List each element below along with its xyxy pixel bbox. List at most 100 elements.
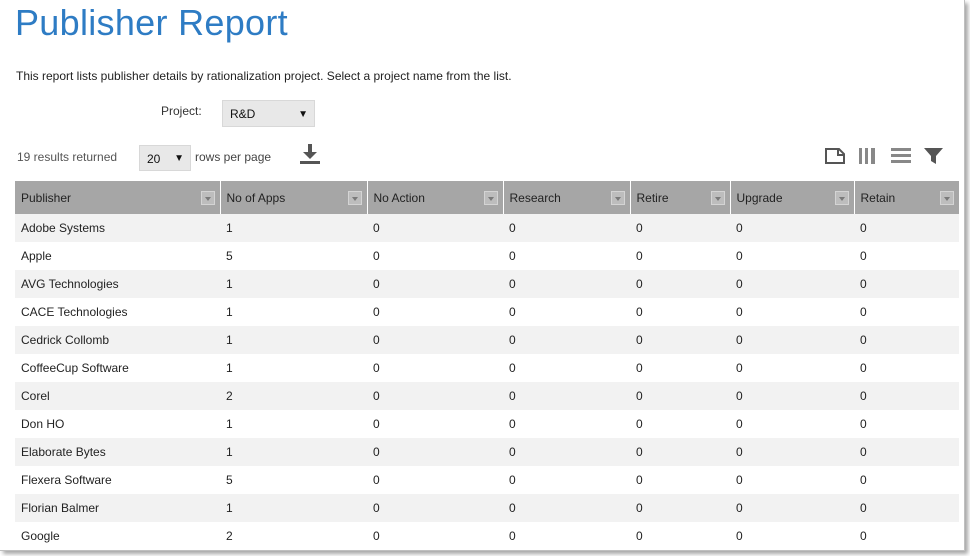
table-cell: 1 bbox=[220, 326, 367, 354]
column-header-publisher[interactable]: Publisher bbox=[15, 181, 221, 214]
table-cell: 0 bbox=[367, 522, 503, 550]
table-cell: 0 bbox=[854, 214, 959, 242]
rows-per-page-select[interactable]: 20 ▼ bbox=[139, 145, 191, 171]
table-cell: 0 bbox=[367, 354, 503, 382]
table-cell: 0 bbox=[367, 494, 503, 522]
project-select[interactable]: R&D ▼ bbox=[222, 100, 315, 127]
table-cell: CACE Technologies bbox=[15, 298, 220, 326]
table-cell: 0 bbox=[503, 242, 630, 270]
table-row[interactable]: Corel 2 0 0 0 0 0 bbox=[15, 382, 959, 410]
table-row[interactable]: Don HO 1 0 0 0 0 0 bbox=[15, 410, 959, 438]
table-cell: 0 bbox=[730, 494, 854, 522]
table-row[interactable]: Florian Balmer 1 0 0 0 0 0 bbox=[15, 494, 959, 522]
table-cell: AVG Technologies bbox=[15, 270, 220, 298]
column-header-no-action[interactable]: No Action bbox=[367, 181, 504, 214]
table-cell: Florian Balmer bbox=[15, 494, 220, 522]
rows-per-page-value: 20 bbox=[147, 152, 161, 166]
table-cell: 0 bbox=[503, 354, 630, 382]
table-row[interactable]: Flexera Software 5 0 0 0 0 0 bbox=[15, 466, 959, 494]
table-cell: 0 bbox=[367, 270, 503, 298]
table-row[interactable]: CACE Technologies 1 0 0 0 0 0 bbox=[15, 298, 959, 326]
table-cell: 5 bbox=[220, 242, 367, 270]
table-cell: 0 bbox=[367, 438, 503, 466]
column-header-upgrade[interactable]: Upgrade bbox=[730, 181, 855, 214]
table-cell: 0 bbox=[503, 270, 630, 298]
columns-icon[interactable] bbox=[857, 146, 879, 166]
table-cell: 0 bbox=[630, 354, 730, 382]
column-menu-icon[interactable] bbox=[940, 191, 954, 205]
table-cell: 0 bbox=[367, 298, 503, 326]
table-cell: 0 bbox=[730, 354, 854, 382]
rows-per-page-label: rows per page bbox=[195, 150, 272, 164]
chevron-down-icon: ▼ bbox=[298, 109, 308, 120]
table-row[interactable]: Google 2 0 0 0 0 0 bbox=[15, 522, 959, 550]
table-cell: 1 bbox=[220, 410, 367, 438]
table-cell: Flexera Software bbox=[15, 466, 220, 494]
table-cell: 0 bbox=[630, 522, 730, 550]
table-cell: 0 bbox=[854, 382, 959, 410]
column-menu-icon[interactable] bbox=[200, 191, 215, 205]
table-row[interactable]: Cedrick Collomb 1 0 0 0 0 0 bbox=[15, 326, 959, 354]
table-cell: 0 bbox=[630, 494, 730, 522]
table-row[interactable]: Adobe Systems 1 0 0 0 0 0 bbox=[15, 214, 959, 242]
table-cell: 0 bbox=[730, 298, 854, 326]
table-cell: Elaborate Bytes bbox=[15, 438, 220, 466]
table-cell: 0 bbox=[367, 410, 503, 438]
table-cell: 0 bbox=[503, 410, 630, 438]
table-cell: 0 bbox=[630, 438, 730, 466]
table-cell: 2 bbox=[220, 382, 367, 410]
table-cell: 0 bbox=[367, 326, 503, 354]
table-cell: 0 bbox=[854, 410, 959, 438]
table-cell: 0 bbox=[503, 438, 630, 466]
download-icon[interactable] bbox=[299, 143, 321, 165]
results-count: 19 results returned bbox=[17, 150, 118, 164]
export-icon[interactable] bbox=[824, 146, 846, 166]
column-menu-icon[interactable] bbox=[710, 191, 725, 205]
table-cell: 0 bbox=[630, 298, 730, 326]
column-menu-icon[interactable] bbox=[610, 191, 625, 205]
table-cell: 0 bbox=[630, 382, 730, 410]
column-header-retire[interactable]: Retire bbox=[630, 181, 731, 214]
column-menu-icon[interactable] bbox=[834, 191, 849, 205]
table-cell: Don HO bbox=[15, 410, 220, 438]
table-row[interactable]: CoffeeCup Software 1 0 0 0 0 0 bbox=[15, 354, 959, 382]
table-row[interactable]: Apple 5 0 0 0 0 0 bbox=[15, 242, 959, 270]
table-cell: 0 bbox=[730, 410, 854, 438]
table-cell: 0 bbox=[730, 214, 854, 242]
table-cell: 1 bbox=[220, 354, 367, 382]
table-cell: 1 bbox=[220, 438, 367, 466]
page-title: Publisher Report bbox=[15, 2, 288, 43]
table-cell: 0 bbox=[854, 270, 959, 298]
project-select-value: R&D bbox=[230, 107, 256, 121]
column-menu-icon[interactable] bbox=[483, 191, 498, 205]
table-cell: 1 bbox=[220, 298, 367, 326]
table-cell: 0 bbox=[367, 466, 503, 494]
chevron-down-icon: ▼ bbox=[174, 153, 184, 164]
table-cell: 0 bbox=[854, 494, 959, 522]
table-cell: 0 bbox=[367, 214, 503, 242]
table-cell: 0 bbox=[854, 354, 959, 382]
column-header-research[interactable]: Research bbox=[503, 181, 631, 214]
table-cell: 0 bbox=[503, 522, 630, 550]
column-menu-icon[interactable] bbox=[347, 191, 362, 205]
table-cell: 0 bbox=[630, 242, 730, 270]
report-description: This report lists publisher details by r… bbox=[16, 69, 512, 83]
density-icon[interactable] bbox=[890, 146, 912, 166]
table-cell: 0 bbox=[730, 522, 854, 550]
table-cell: 0 bbox=[854, 466, 959, 494]
table-row[interactable]: AVG Technologies 1 0 0 0 0 0 bbox=[15, 270, 959, 298]
table-cell: 0 bbox=[854, 522, 959, 550]
table-row[interactable]: Elaborate Bytes 1 0 0 0 0 0 bbox=[15, 438, 959, 466]
table-cell: 1 bbox=[220, 214, 367, 242]
column-header-no-of-apps[interactable]: No of Apps bbox=[220, 181, 368, 214]
table-cell: 0 bbox=[630, 214, 730, 242]
table-body: Adobe Systems 1 0 0 0 0 0 Apple 5 0 0 0 0 0 AVG Techno… bbox=[15, 214, 959, 550]
table-cell: 1 bbox=[220, 494, 367, 522]
table-cell: 2 bbox=[220, 522, 367, 550]
table-cell: 0 bbox=[503, 298, 630, 326]
table-cell: 0 bbox=[730, 438, 854, 466]
column-header-retain[interactable]: Retain bbox=[854, 181, 959, 214]
publisher-table: Publisher No of Apps No Action Research … bbox=[15, 181, 959, 550]
table-cell: Corel bbox=[15, 382, 220, 410]
filter-icon[interactable] bbox=[923, 146, 945, 166]
